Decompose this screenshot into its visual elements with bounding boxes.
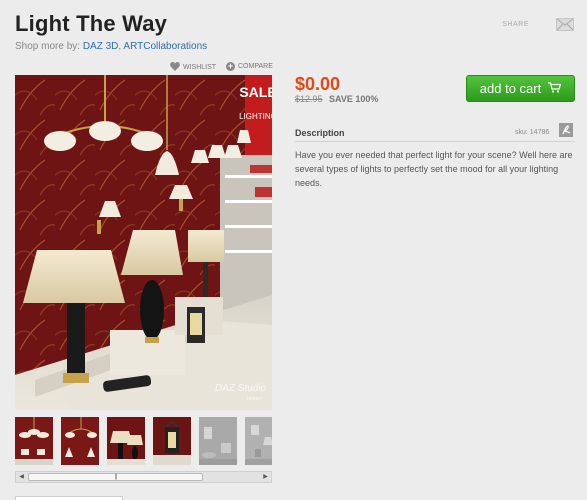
gallery-scrollbar[interactable]: ◀ ||| ▶ [15, 471, 272, 483]
description-heading: Description [295, 128, 345, 138]
bottom-panel-edge [15, 496, 123, 500]
compare-label: COMPARE [238, 63, 273, 70]
compare-button[interactable]: + COMPARE [226, 62, 273, 71]
wishlist-button[interactable]: WISHLIST [170, 62, 216, 73]
savings-label: SAVE 100% [329, 94, 379, 104]
grip-icon: ||| [114, 474, 118, 480]
watermark-render-text: render [247, 396, 262, 402]
thumbnail-1[interactable] [15, 417, 53, 465]
shop-more-label: Shop more by: [15, 41, 81, 52]
price-savings: $12.95 SAVE 100% [295, 94, 378, 104]
shop-more-by: Shop more by: DAZ 3D, ARTCollaborations [15, 41, 208, 52]
scroll-right-arrow-icon[interactable]: ▶ [260, 472, 271, 482]
heart-icon [170, 62, 180, 73]
share-label: SHARE [502, 21, 529, 28]
add-to-cart-label: add to cart [479, 81, 542, 96]
lighting-sign-text: LIGHTING [239, 112, 272, 121]
description-divider [295, 141, 575, 142]
thumbnail-3[interactable] [107, 417, 145, 465]
description-text: Have you ever needed that perfect light … [295, 150, 573, 188]
vendor-link-artcollaborations[interactable]: ARTCollaborations [123, 41, 207, 52]
scroll-left-arrow-icon[interactable]: ◀ [16, 472, 27, 482]
thumbnail-gallery [15, 417, 272, 468]
sale-sign-text: SALE [239, 84, 272, 100]
vendor-link-daz3d[interactable]: DAZ 3D [83, 41, 119, 52]
product-title: Light The Way [15, 11, 168, 36]
pdf-icon[interactable] [559, 123, 573, 137]
email-share-icon[interactable] [556, 18, 574, 31]
sale-price: $0.00 [295, 74, 341, 94]
main-product-image[interactable]: SALE LIGHTING [15, 75, 272, 410]
daz-studio-watermark: DAZ Studio [215, 383, 267, 394]
original-price: $12.95 [295, 94, 323, 104]
sku-label: sku: 14786 [515, 129, 550, 136]
scrollbar-thumb[interactable]: ||| [28, 473, 203, 481]
thumbnail-6[interactable] [245, 417, 272, 465]
thumbnail-2[interactable] [61, 417, 99, 465]
thumbnail-5[interactable] [199, 417, 237, 465]
add-to-cart-button[interactable]: add to cart [466, 75, 575, 102]
wishlist-label: WISHLIST [183, 64, 217, 71]
plus-circle-icon: + [226, 61, 235, 71]
shopping-cart-icon [548, 81, 562, 96]
thumbnail-4[interactable] [153, 417, 191, 465]
